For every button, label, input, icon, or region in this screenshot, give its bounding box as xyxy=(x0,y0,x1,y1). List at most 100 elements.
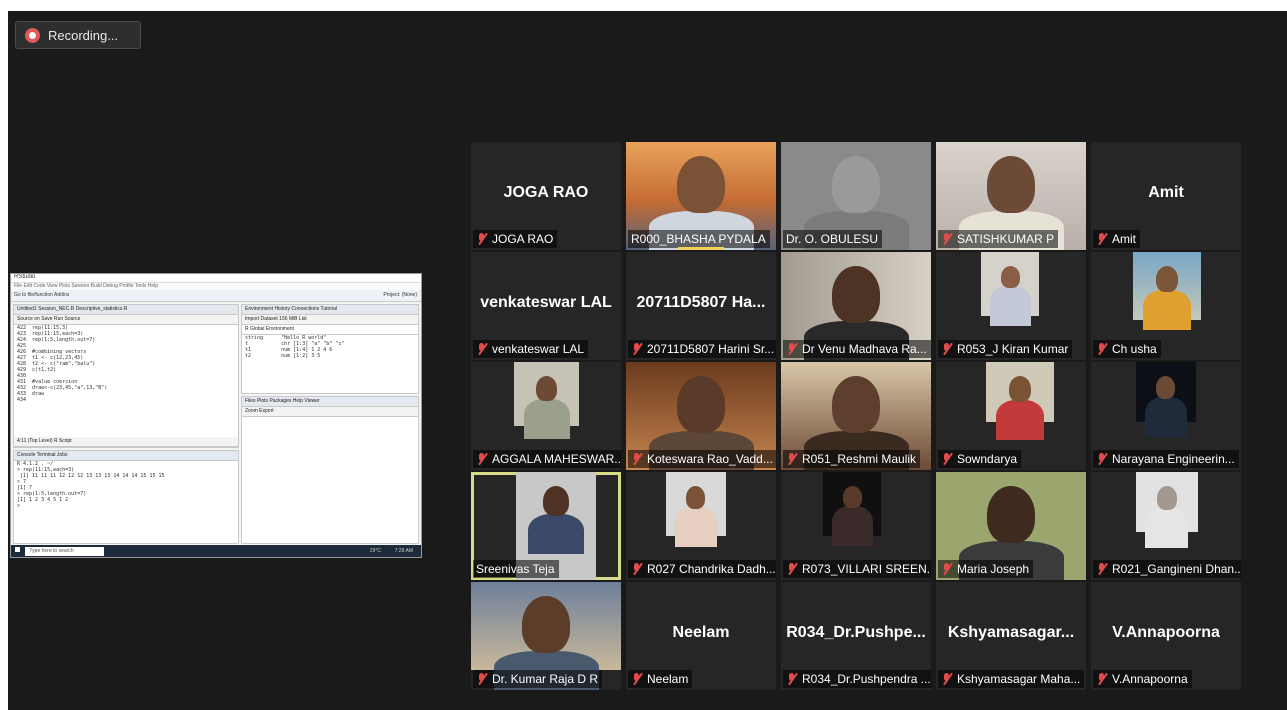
participant-name-label: R034_Dr.Pushpendra ... xyxy=(783,670,931,688)
participant-tile[interactable]: R034_Dr.Pushpe... R034_Dr.Pushpendra ... xyxy=(781,582,931,690)
code-lines: 422 rep(11:15,3) 423 rep(11:15,each=3) 424… xyxy=(14,325,238,403)
participant-tile[interactable]: R051_Reshmi Maulik xyxy=(781,362,931,470)
participant-name-label: Kshyamasagar Maha... xyxy=(938,670,1085,688)
muted-mic-icon xyxy=(786,672,797,686)
muted-mic-icon xyxy=(786,562,797,576)
taskbar-weather: 29°C xyxy=(369,548,381,554)
participant-video xyxy=(823,472,881,546)
editor-status: 4:11 (Top Level) R Script xyxy=(14,437,238,447)
participant-video xyxy=(1136,362,1196,437)
participant-head xyxy=(1156,266,1178,292)
participant-name: R021_Gangineni Dhan... xyxy=(1112,562,1241,576)
participant-tile[interactable]: Dr Venu Madhava Ra... xyxy=(781,252,931,360)
participant-tile[interactable]: R021_Gangineni Dhan... xyxy=(1091,472,1241,580)
participant-tile[interactable]: Amit Amit xyxy=(1091,142,1241,250)
participant-name-label: R027 Chandrika Dadh... xyxy=(628,560,776,578)
participant-head xyxy=(522,596,570,653)
participant-tile[interactable]: SATISHKUMAR P xyxy=(936,142,1086,250)
participant-tile[interactable]: R000_BHASHA PYDALA xyxy=(626,142,776,250)
participant-name-label: Amit xyxy=(1093,230,1140,248)
env-tabs: Environment History Connections Tutorial xyxy=(242,305,418,315)
participant-tile[interactable]: 20711D5807 Ha... 20711D5807 Harini Sr... xyxy=(626,252,776,360)
muted-mic-icon xyxy=(941,342,952,356)
participant-name-label: Koteswara Rao_Vadd... xyxy=(628,450,776,468)
muted-mic-icon xyxy=(1096,672,1107,686)
participant-tile[interactable]: JOGA RAO JOGA RAO xyxy=(471,142,621,250)
participant-name-large: 20711D5807 Ha... xyxy=(636,294,766,311)
text-line: t2 num [1:2] 3 5 xyxy=(245,353,321,359)
participant-name: Maria Joseph xyxy=(957,562,1030,576)
shared-screen[interactable]: RStudio File Edit Code View Plots Sessio… xyxy=(10,273,422,558)
participant-tile[interactable]: R053_J Kiran Kumar xyxy=(936,252,1086,360)
participant-tile[interactable]: Dr. O. OBULESU xyxy=(781,142,931,250)
participant-body xyxy=(996,400,1044,440)
muted-mic-icon xyxy=(631,562,642,576)
text-line: > xyxy=(17,503,21,509)
recording-indicator[interactable]: Recording... xyxy=(15,21,141,49)
recording-label: Recording... xyxy=(48,27,119,43)
participant-tile[interactable]: AGGALA MAHESWAR... xyxy=(471,362,621,470)
windows-icon xyxy=(15,547,20,552)
participant-video xyxy=(1136,472,1198,548)
participant-video xyxy=(986,362,1054,440)
participant-name: R051_Reshmi Maulik xyxy=(802,452,917,466)
participant-video xyxy=(514,362,579,439)
participant-tile[interactable]: R027 Chandrika Dadh... xyxy=(626,472,776,580)
participant-name: V.Annapoorna xyxy=(1112,672,1188,686)
participant-name: R027 Chandrika Dadh... xyxy=(647,562,776,576)
participant-head xyxy=(1009,376,1031,402)
participant-name-large: Neelam xyxy=(672,624,730,641)
participant-name-label: venkateswar LAL xyxy=(473,340,589,358)
files-tabs: Files Plots Packages Help Viewer xyxy=(242,397,418,407)
environment-pane: Environment History Connections Tutorial… xyxy=(241,304,419,394)
console-lines: R 4.1.2 . ~/> rep(11:15,each=3) [1] 11 1… xyxy=(14,461,238,509)
participant-tile[interactable]: Sowndarya xyxy=(936,362,1086,470)
participant-name-large: V.Annapoorna xyxy=(1112,624,1220,641)
participant-head xyxy=(1001,266,1020,288)
muted-mic-icon xyxy=(941,452,952,466)
participant-tile[interactable]: Ch usha xyxy=(1091,252,1241,360)
taskbar-search: Type here to search xyxy=(25,547,104,556)
participant-video xyxy=(471,582,621,690)
participant-tile[interactable]: venkateswar LAL venkateswar LAL xyxy=(471,252,621,360)
participant-tile[interactable]: V.Annapoorna V.Annapoorna xyxy=(1091,582,1241,690)
participant-body xyxy=(675,507,717,547)
participant-tile[interactable]: Neelam Neelam xyxy=(626,582,776,690)
taskbar-time: 7:28 AM xyxy=(394,548,413,554)
record-icon xyxy=(25,27,40,43)
text-line: 434 xyxy=(17,397,27,403)
participant-head xyxy=(686,486,705,509)
editor-tabs: Untitled1 Session_NEC.R Descriptive_stat… xyxy=(14,305,238,315)
participant-tile[interactable]: Dr. Kumar Raja D R xyxy=(471,582,621,690)
participant-tile[interactable]: Sreenivas Teja xyxy=(471,472,621,580)
participant-name: Dr. Kumar Raja D R xyxy=(492,672,599,686)
participant-name: Kshyamasagar Maha... xyxy=(957,672,1081,686)
participant-tile[interactable]: R073_VILLARI SREEN... xyxy=(781,472,931,580)
participant-name: Amit xyxy=(1112,232,1136,246)
participant-tile[interactable]: Narayana Engineerin... xyxy=(1091,362,1241,470)
participant-tile[interactable]: Koteswara Rao_Vadd... xyxy=(626,362,776,470)
muted-mic-icon xyxy=(476,232,487,246)
participant-name: 20711D5807 Harini Sr... xyxy=(647,342,775,356)
participant-name: JOGA RAO xyxy=(492,232,554,246)
participant-head xyxy=(677,156,725,213)
participant-body xyxy=(1145,397,1187,437)
meeting-stage: Recording... RStudio File Edit Code View… xyxy=(8,11,1287,710)
env-scope: R Global Environment xyxy=(242,325,418,335)
participant-name-label: R053_J Kiran Kumar xyxy=(938,340,1073,358)
participant-tile[interactable]: Maria Joseph xyxy=(936,472,1086,580)
participant-name-label: AGGALA MAHESWAR... xyxy=(473,450,621,468)
speaking-indicator xyxy=(678,247,724,250)
participant-video xyxy=(981,252,1039,326)
participant-name-label: R051_Reshmi Maulik xyxy=(783,450,921,468)
rstudio-toolbar-text: Go to file/function Addins xyxy=(14,292,70,298)
participant-name-label: Maria Joseph xyxy=(938,560,1034,578)
participant-name: R053_J Kiran Kumar xyxy=(957,342,1069,356)
muted-mic-icon xyxy=(631,452,642,466)
muted-mic-icon xyxy=(786,342,797,356)
participant-name: venkateswar LAL xyxy=(492,342,585,356)
participant-tile[interactable]: Kshyamasagar... Kshyamasagar Maha... xyxy=(936,582,1086,690)
participant-head xyxy=(832,266,880,323)
participant-name-label: Dr. Kumar Raja D R xyxy=(473,670,603,688)
participant-head xyxy=(987,156,1035,213)
